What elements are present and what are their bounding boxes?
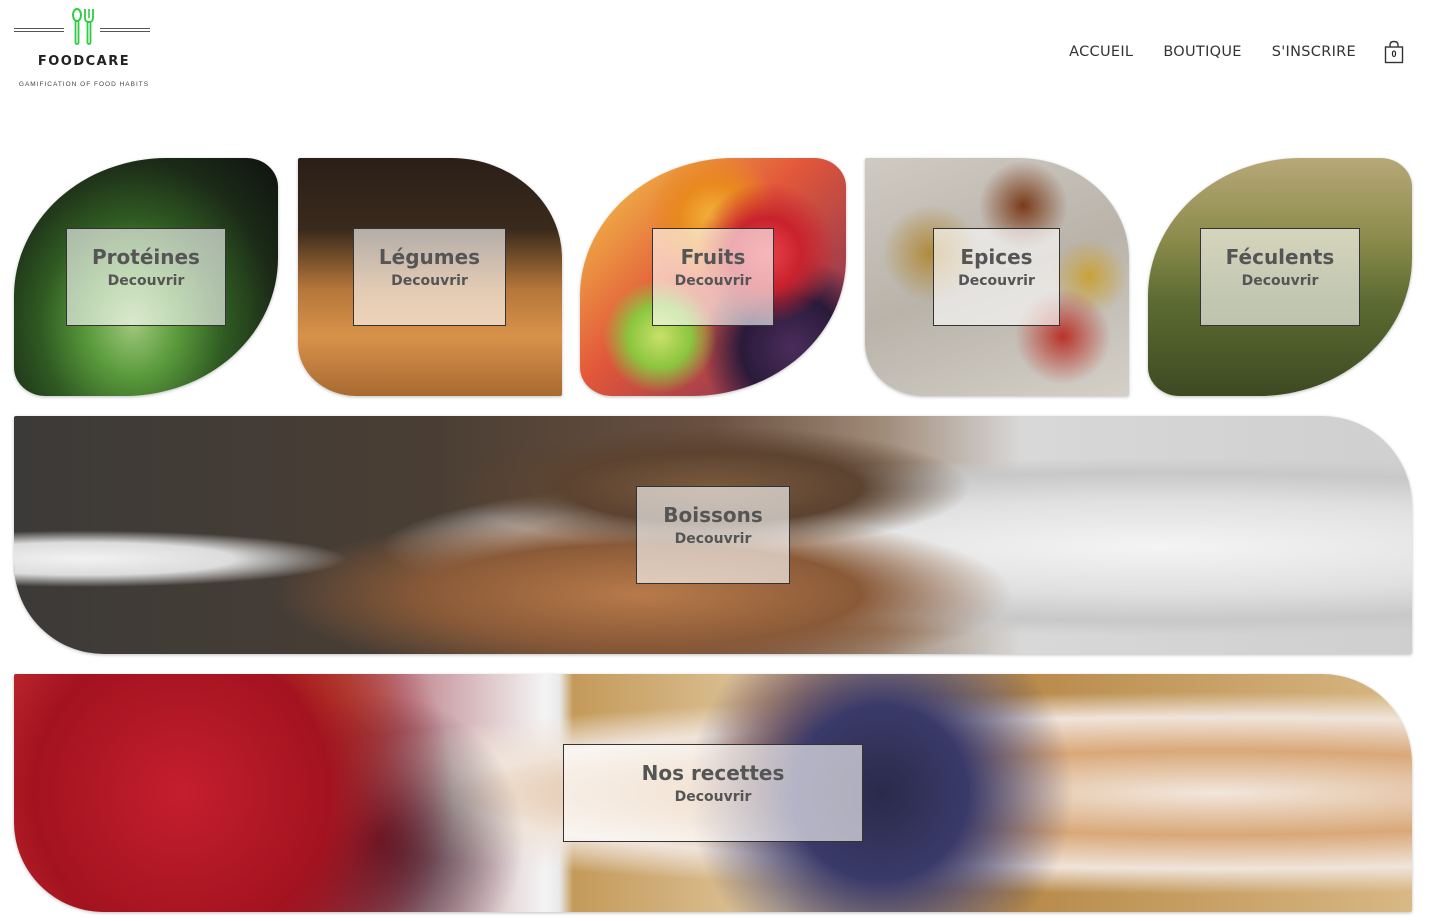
- category-label-box: Légumes Decouvrir: [353, 228, 506, 326]
- category-cta[interactable]: Decouvrir: [653, 273, 773, 289]
- logo-line-right: [100, 28, 150, 32]
- nav-accueil[interactable]: ACCUEIL: [1069, 44, 1133, 60]
- category-title: Protéines: [92, 245, 200, 269]
- category-tile-fruits[interactable]: Fruits Decouvrir: [580, 158, 846, 396]
- category-title: Légumes: [378, 245, 481, 269]
- category-cta[interactable]: Decouvrir: [354, 273, 505, 289]
- category-title: Fruits: [680, 245, 746, 269]
- nav-boutique[interactable]: BOUTIQUE: [1163, 44, 1241, 60]
- category-tile-boissons[interactable]: Boissons Decouvrir: [14, 416, 1412, 654]
- recipes-cta[interactable]: Decouvrir: [564, 789, 862, 805]
- logo[interactable]: FOODCARE GAMIFICATION OF FOOD HABITS: [14, 8, 154, 94]
- category-title: Boissons: [663, 503, 763, 527]
- recipes-title: Nos recettes: [641, 761, 785, 785]
- main-nav: ACCUEIL BOUTIQUE S'INSCRIRE 0: [1039, 40, 1404, 64]
- cart-button[interactable]: 0: [1384, 40, 1404, 64]
- category-tile-feculents[interactable]: Féculents Decouvrir: [1148, 158, 1412, 396]
- recipes-label-box: Nos recettes Decouvrir: [563, 744, 863, 842]
- category-tile-legumes[interactable]: Légumes Decouvrir: [298, 158, 562, 396]
- category-cta[interactable]: Decouvrir: [1201, 273, 1359, 289]
- category-title: Epices: [960, 245, 1033, 269]
- category-cta[interactable]: Decouvrir: [934, 273, 1059, 289]
- brand-name: FOODCARE: [37, 54, 131, 69]
- category-label-box: Boissons Decouvrir: [636, 486, 790, 584]
- cart-count: 0: [1391, 49, 1397, 59]
- fork-spoon-icon: [72, 8, 94, 45]
- category-tile-proteines[interactable]: Protéines Decouvrir: [14, 158, 278, 396]
- recipes-tile[interactable]: Nos recettes Decouvrir: [14, 674, 1412, 912]
- category-label-box: Féculents Decouvrir: [1200, 228, 1360, 326]
- logo-line-left: [14, 28, 64, 32]
- category-tile-epices[interactable]: Epices Decouvrir: [865, 158, 1129, 396]
- brand-tagline: GAMIFICATION OF FOOD HABITS: [18, 81, 150, 88]
- category-cta[interactable]: Decouvrir: [637, 531, 789, 547]
- category-cta[interactable]: Decouvrir: [67, 273, 225, 289]
- category-title: Féculents: [1225, 245, 1335, 269]
- category-label-box: Epices Decouvrir: [933, 228, 1060, 326]
- category-label-box: Fruits Decouvrir: [652, 228, 774, 326]
- nav-sinscrire[interactable]: S'INSCRIRE: [1272, 44, 1356, 60]
- category-label-box: Protéines Decouvrir: [66, 228, 226, 326]
